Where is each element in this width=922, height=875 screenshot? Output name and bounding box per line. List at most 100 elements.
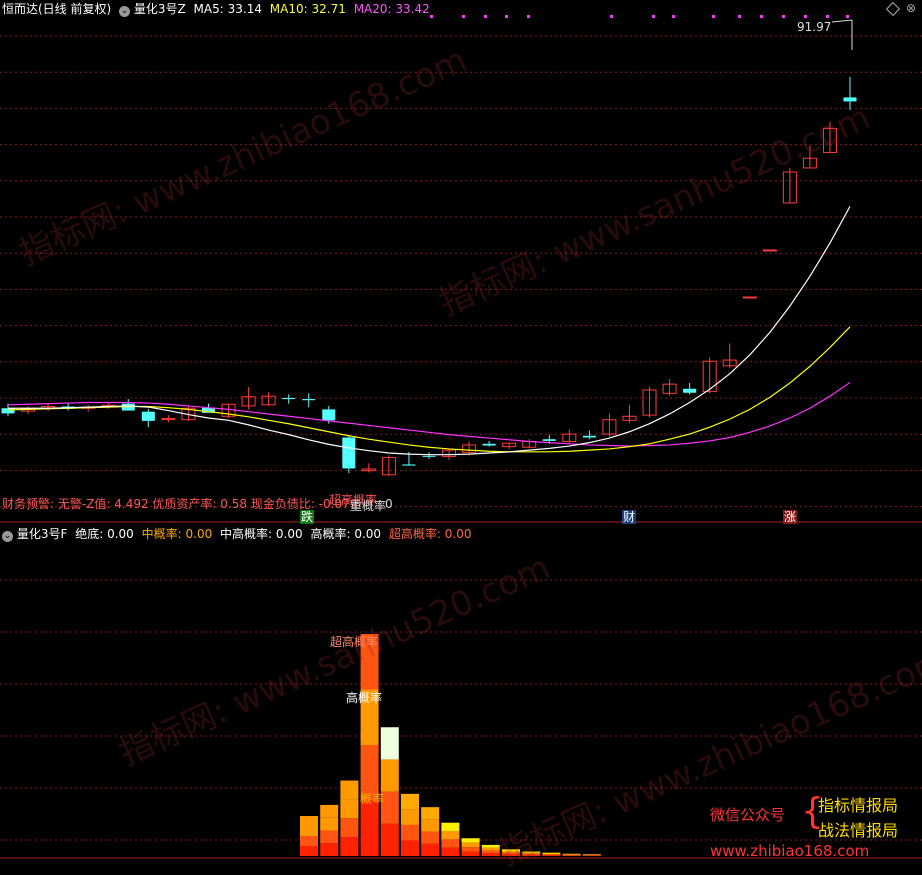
top-header: 恒而达(日线 前复权) ⌄ 量化3号Z MA5: 33.14 MA10: 32.… <box>2 2 430 17</box>
prob-bar-segment <box>441 848 459 856</box>
prob-bar-segment <box>462 852 480 856</box>
ma20-value: 33.42 <box>395 2 429 16</box>
prob-bar-segment <box>340 818 358 837</box>
prob-bar-segment <box>502 853 520 855</box>
prob-bar-segment <box>563 855 581 856</box>
marker-finance: 财 <box>622 510 636 524</box>
candle-body-down <box>483 444 496 446</box>
corner-brand: 微信公众号 { 指标情报局 战法情报局 www.zhibiao168.com <box>708 790 918 862</box>
candle-body-up <box>763 250 776 251</box>
prob-bar-segment <box>462 847 480 851</box>
bar-label-super-high: 超高概率 <box>330 635 378 649</box>
prob-bar-segment <box>381 759 399 791</box>
item-mid-high-label: 中高概率: <box>220 527 272 541</box>
prob-bar-segment <box>482 845 500 848</box>
prob-bar-segment <box>542 855 560 856</box>
ma5-line <box>8 206 850 454</box>
prob-bar-segment <box>401 809 419 825</box>
grid-lines <box>0 36 922 858</box>
prob-bar-segment <box>502 851 520 853</box>
prob-bar-segment <box>421 807 439 819</box>
candle-body-down <box>302 399 315 400</box>
candle-body-down <box>2 408 15 413</box>
prob-bar-segment <box>401 825 419 841</box>
marker-dot <box>430 15 433 18</box>
ma5-value: 33.14 <box>228 2 262 16</box>
marker-dot <box>462 15 465 18</box>
brand-line-1: 指标情报局 <box>818 792 898 816</box>
item-jue-di-label: 绝底: <box>75 527 103 541</box>
prob-bar-segment <box>482 853 500 856</box>
marker-dot <box>712 15 715 18</box>
chart-canvas <box>0 0 922 867</box>
prob-bar-segment <box>441 839 459 847</box>
marker-dot <box>672 15 675 18</box>
wechat-label: 微信公众号 <box>710 804 785 825</box>
prob-bar-segment <box>462 843 480 847</box>
bar-label-high: 高概率 <box>346 691 382 705</box>
prob-bar-segment <box>340 781 358 800</box>
bottom-indicator-name: 量化3号F <box>17 527 68 541</box>
prob-bar-segment <box>401 840 419 856</box>
top-indicator-name: 量化3号Z <box>134 2 186 16</box>
item-mid-label: 中概率: <box>142 527 182 541</box>
close-icon[interactable]: ⊗ <box>906 1 916 15</box>
prob-bar-segment <box>421 819 439 831</box>
brand-line-2: 战法情报局 <box>818 817 898 841</box>
marker-dot <box>738 15 741 18</box>
top-price-label: 91.97 <box>797 20 831 34</box>
prob-bar-segment <box>522 853 540 854</box>
marker-dot <box>846 15 849 18</box>
prob-bar-segment <box>542 854 560 855</box>
ma10-line <box>8 327 850 452</box>
indicator-menu-icon[interactable]: ⌄ <box>119 6 130 17</box>
candle-layer <box>2 77 857 476</box>
prob-bar-segment <box>563 854 581 855</box>
ma20-label: MA20: <box>354 2 392 16</box>
prob-bar-segment <box>482 848 500 851</box>
bar-layer <box>300 634 601 856</box>
marker-dot <box>652 15 655 18</box>
prob-bar-segment <box>441 823 459 831</box>
marker-dot <box>484 15 487 18</box>
prob-bar-segment <box>522 852 540 853</box>
candle-body-down <box>583 436 596 438</box>
prob-bar-segment <box>421 832 439 844</box>
marker-dot <box>804 15 807 18</box>
prob-bar-segment <box>320 843 338 856</box>
item-jue-di-value: 0.00 <box>107 527 134 541</box>
prob-bar-segment <box>542 853 560 854</box>
prob-bar-segment <box>563 854 581 855</box>
stock-name: 恒而达(日线 前复权) <box>2 2 111 16</box>
prob-bar-segment <box>320 805 338 818</box>
prob-bar-segment <box>563 855 581 856</box>
prob-bar-segment <box>522 855 540 856</box>
marker-dot <box>826 15 829 18</box>
item-high-label: 高概率: <box>310 527 350 541</box>
item-super-high-label: 超高概率: <box>389 527 441 541</box>
prob-bar-segment <box>542 854 560 855</box>
item-super-high-value: 0.00 <box>445 527 472 541</box>
candle-body-down <box>402 464 415 465</box>
candle-body-down <box>423 456 436 457</box>
bottom-header: ⌄ 量化3号F 绝底: 0.00 中概率: 0.00 中高概率: 0.00 高概… <box>2 527 471 542</box>
marker-dot <box>505 15 508 18</box>
prob-bar-segment <box>320 818 338 831</box>
candle-body-down <box>683 389 696 393</box>
prob-bar-segment <box>482 850 500 853</box>
overlap-label-b: 重概率 <box>350 499 386 513</box>
finance-line: 财务预警: 无警-Z值: 4.492 优质资产率: 0.58 现金负债比: -0… <box>2 497 357 511</box>
indicator-menu-icon-2[interactable]: ⌄ <box>2 531 13 542</box>
item-mid-high-value: 0.00 <box>276 527 303 541</box>
prob-bar-segment <box>522 854 540 855</box>
marker-dot <box>760 15 763 18</box>
prob-bar-segment <box>300 846 318 856</box>
prob-bar-segment <box>381 824 399 856</box>
marker-rise: 涨 <box>783 510 797 524</box>
item-high-value: 0.00 <box>354 527 381 541</box>
candle-body-down <box>342 437 355 468</box>
prob-bar-segment <box>401 794 419 810</box>
prob-bar-segment <box>361 801 379 857</box>
ma10-value: 32.71 <box>312 2 346 16</box>
candle-body-up <box>743 297 756 298</box>
